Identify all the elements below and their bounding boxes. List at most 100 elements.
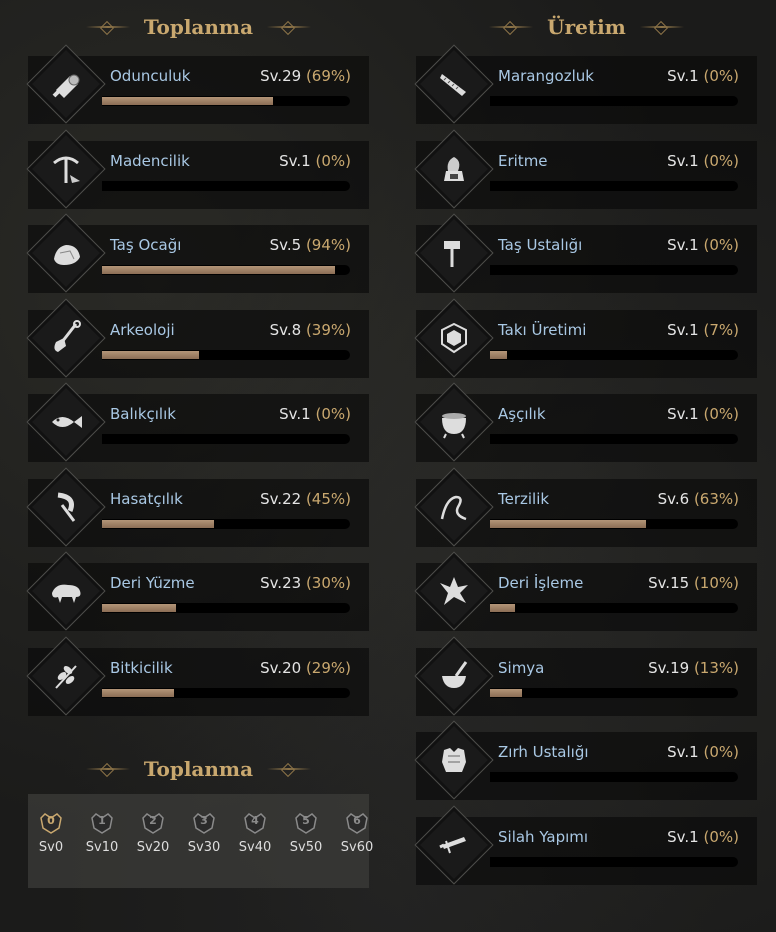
skill-row[interactable]: Simya Sv.19 (13%) bbox=[414, 635, 757, 716]
skill-progress-bar bbox=[490, 180, 738, 191]
skill-row[interactable]: Taş Ocağı Sv.5 (94%) bbox=[26, 213, 369, 293]
gem-icon bbox=[414, 297, 494, 378]
skill-row[interactable]: Terzilik Sv.6 (63%) bbox=[414, 466, 757, 547]
skill-row[interactable]: Eritme Sv.1 (0%) bbox=[414, 128, 757, 209]
skill-row[interactable]: Arkeoloji Sv.8 (39%) bbox=[26, 297, 369, 378]
skill-level: Sv.1 (0%) bbox=[667, 743, 739, 761]
skill-level-value: Sv.1 bbox=[667, 151, 699, 170]
armor-icon bbox=[414, 720, 494, 800]
tier-label: Sv10 bbox=[85, 840, 119, 855]
tier-badge-icon: 5 bbox=[294, 810, 318, 834]
skill-progress-fill bbox=[490, 688, 523, 697]
skill-progress-bar bbox=[490, 434, 738, 444]
skill-row[interactable]: Taş Ustalığı Sv.1 (0%) bbox=[414, 213, 757, 293]
sickle-icon bbox=[26, 466, 106, 547]
skill-name: Silah Yapımı bbox=[498, 827, 589, 846]
skill-percent: (94%) bbox=[305, 236, 351, 254]
pickaxe-icon bbox=[26, 128, 106, 209]
tier-label: Sv40 bbox=[238, 840, 272, 855]
skill-progress-bar bbox=[490, 96, 738, 106]
tier-badge-icon: 4 bbox=[243, 810, 267, 834]
boar-icon bbox=[26, 551, 106, 631]
skill-row[interactable]: Odunculuk Sv.29 (69%) bbox=[26, 44, 369, 124]
skill-row[interactable]: Balıkçılık Sv.1 (0%) bbox=[26, 382, 369, 462]
skill-level: Sv.1 (0%) bbox=[667, 152, 739, 170]
skill-percent: (29%) bbox=[305, 658, 351, 677]
skill-name: Arkeoloji bbox=[110, 320, 175, 339]
skill-progress-bar bbox=[102, 687, 350, 698]
skill-row[interactable]: Madencilik Sv.1 (0%) bbox=[26, 128, 369, 209]
skill-row[interactable]: Marangozluk Sv.1 (0%) bbox=[414, 44, 757, 124]
skill-name: Terzilik bbox=[498, 489, 550, 508]
skill-name: Taş Ocağı bbox=[110, 236, 182, 254]
saw-icon bbox=[414, 44, 494, 124]
skill-percent: (0%) bbox=[315, 405, 351, 423]
tier-number: 2 bbox=[149, 814, 157, 827]
skill-row[interactable]: Hasatçılık Sv.22 (45%) bbox=[26, 466, 369, 547]
skill-progress-fill bbox=[102, 519, 214, 528]
skill-row[interactable]: Zırh Ustalığı Sv.1 (0%) bbox=[414, 720, 757, 800]
skill-row[interactable]: Takı Üretimi Sv.1 (7%) bbox=[414, 297, 757, 378]
tier-badge-icon: 0 bbox=[39, 810, 63, 834]
skill-name: Balıkçılık bbox=[110, 405, 176, 423]
skill-percent: (0%) bbox=[703, 405, 739, 423]
skill-progress-bar bbox=[490, 603, 738, 613]
tier-badge-icon: 6 bbox=[345, 810, 369, 834]
skill-name: Zırh Ustalığı bbox=[498, 743, 589, 761]
tier-label: Sv30 bbox=[187, 840, 221, 855]
gathering-title-text: Toplanma bbox=[143, 15, 254, 39]
skill-percent: (30%) bbox=[305, 574, 351, 592]
skill-row[interactable]: Bitkicilik Sv.20 (29%) bbox=[26, 635, 369, 716]
tier-badge-icon: 1 bbox=[90, 810, 114, 834]
skill-name: Deri İşleme bbox=[498, 574, 584, 592]
skill-level-value: Sv.1 bbox=[667, 405, 699, 423]
tier-5: 5 Sv50 bbox=[281, 810, 331, 855]
skill-level: Sv.1 (7%) bbox=[667, 321, 739, 339]
skill-percent: (0%) bbox=[703, 151, 739, 170]
skill-level: Sv.1 (0%) bbox=[279, 152, 351, 170]
skill-row[interactable]: Deri İşleme Sv.15 (10%) bbox=[414, 551, 757, 631]
tier-3: 3 Sv30 bbox=[179, 810, 229, 855]
skill-progress-fill bbox=[102, 688, 174, 697]
tier-label: Sv50 bbox=[289, 840, 323, 855]
skill-progress-fill bbox=[490, 519, 647, 528]
gathering-title: Toplanma bbox=[28, 8, 369, 46]
furnace-icon bbox=[414, 128, 494, 209]
skill-level: Sv.6 (63%) bbox=[658, 490, 739, 508]
skill-name: Eritme bbox=[498, 151, 548, 170]
herb-icon bbox=[26, 635, 106, 716]
skill-row[interactable]: Deri Yüzme Sv.23 (30%) bbox=[26, 551, 369, 631]
skill-progress-fill bbox=[490, 350, 508, 359]
skill-progress-bar bbox=[490, 265, 738, 275]
skill-progress-bar bbox=[490, 687, 738, 698]
skill-progress-bar bbox=[102, 349, 350, 360]
skill-progress-fill bbox=[102, 350, 199, 359]
skill-level-value: Sv.1 bbox=[279, 405, 311, 423]
tier-4: 4 Sv40 bbox=[230, 810, 280, 855]
tier-6: 6 Sv60 bbox=[332, 810, 382, 855]
skill-progress-bar bbox=[102, 434, 350, 444]
skill-percent: (13%) bbox=[693, 658, 739, 677]
cauldron-icon bbox=[414, 382, 494, 462]
skill-level: Sv.1 (0%) bbox=[667, 236, 739, 254]
skill-percent: (7%) bbox=[703, 320, 739, 339]
skill-row[interactable]: Silah Yapımı Sv.1 (0%) bbox=[414, 804, 757, 885]
tier-number: 3 bbox=[200, 814, 208, 827]
skill-level-value: Sv.22 bbox=[260, 489, 302, 508]
tier-number: 5 bbox=[302, 814, 310, 827]
skill-level: Sv.1 (0%) bbox=[667, 405, 739, 423]
tier-2: 2 Sv20 bbox=[128, 810, 178, 855]
skill-progress-fill bbox=[102, 266, 336, 274]
skill-percent: (0%) bbox=[703, 827, 739, 846]
skill-progress-fill bbox=[102, 604, 177, 612]
log-icon bbox=[26, 44, 106, 124]
skill-percent: (0%) bbox=[703, 67, 739, 85]
skill-percent: (0%) bbox=[703, 743, 739, 761]
skill-name: Bitkicilik bbox=[110, 658, 173, 677]
tier-0: 0 Sv0 bbox=[26, 810, 76, 855]
skill-progress-fill bbox=[490, 604, 515, 612]
hammer-icon bbox=[414, 213, 494, 293]
skill-level: Sv.1 (0%) bbox=[279, 405, 351, 423]
title-ornament-left bbox=[489, 26, 534, 28]
skill-row[interactable]: Aşçılık Sv.1 (0%) bbox=[414, 382, 757, 462]
